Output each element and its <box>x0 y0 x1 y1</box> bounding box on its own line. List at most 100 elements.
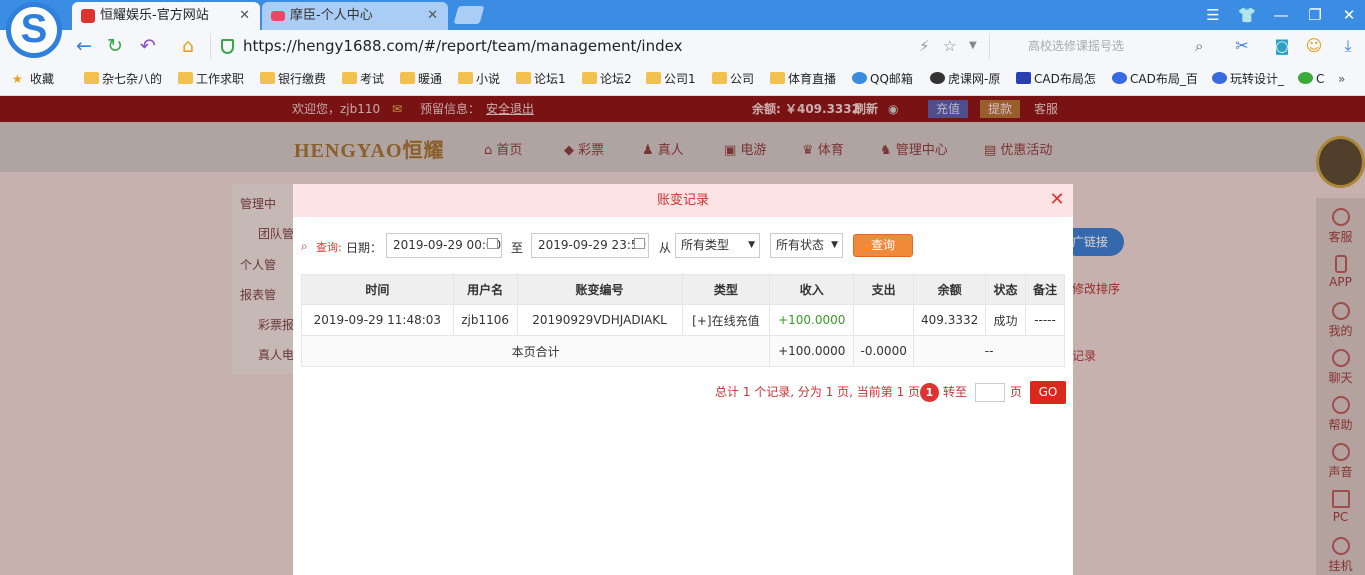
cad-icon <box>1016 72 1031 84</box>
skin-icon[interactable]: 👕 <box>1230 0 1264 30</box>
tab-close-icon[interactable]: ✕ <box>427 2 438 30</box>
summary-row: 本页合计 +100.0000 -0.0000 -- <box>300 335 1065 367</box>
bookmark-label: 考试 <box>360 72 385 86</box>
bookmark-item[interactable]: 小说 <box>458 70 500 88</box>
minimize-icon[interactable]: — <box>1264 0 1298 30</box>
undo-icon[interactable]: ↶ <box>136 34 160 58</box>
status-select[interactable]: 所有状态 ▼ <box>770 233 843 258</box>
table-row[interactable]: 2019-09-29 11:48:03 zjb1106 20190929VDHJ… <box>301 304 1065 336</box>
bookmark-item[interactable]: 工作求职 <box>178 70 244 88</box>
go-button[interactable]: GO <box>1030 381 1066 404</box>
bookmark-item[interactable]: 暖通 <box>400 70 442 88</box>
restore-icon[interactable]: ❐ <box>1298 0 1332 30</box>
play-icon <box>1298 72 1313 84</box>
bookmark-item[interactable]: CAD布局_百 <box>1112 70 1198 88</box>
bookmark-label: 公司1 <box>664 72 696 86</box>
translate-icon[interactable]: ◙ <box>1270 34 1294 58</box>
bookmark-item[interactable]: C <box>1298 70 1324 88</box>
search-icon[interactable]: ⌕ <box>1195 33 1203 59</box>
star-icon: ★ <box>12 72 23 86</box>
bookmark-item[interactable]: CAD布局怎 <box>1016 70 1096 88</box>
folder-icon <box>342 72 357 84</box>
tab-close-icon[interactable]: ✕ <box>239 2 250 30</box>
baidu-paw-icon <box>1112 72 1127 84</box>
cell-time: 2019-09-29 11:48:03 <box>301 304 454 336</box>
folder-icon <box>516 72 531 84</box>
folder-icon <box>582 72 597 84</box>
search-input[interactable]: 高校选修课摇号选 ⌕ <box>1000 33 1215 59</box>
url-input[interactable]: https://hengy1688.com/#/report/team/mana… <box>210 33 990 59</box>
summary-label: 本页合计 <box>300 335 771 367</box>
dropdown-icon[interactable]: ▼ <box>969 33 977 59</box>
bookmark-item[interactable]: 考试 <box>342 70 384 88</box>
bookmark-item[interactable]: 银行缴费 <box>260 70 326 88</box>
type-select[interactable]: 所有类型 ▼ <box>675 233 760 258</box>
col-remark: 备注 <box>1025 274 1065 305</box>
col-balance: 余额 <box>913 274 987 305</box>
type-select-value: 所有类型 <box>681 238 730 252</box>
tab-mochen[interactable]: 摩臣-个人中心 ✕ <box>262 2 448 30</box>
bookmark-label: CAD布局_百 <box>1130 72 1198 86</box>
calendar-icon[interactable] <box>487 238 498 249</box>
query-button[interactable]: 查询 <box>853 234 913 257</box>
col-txn-id: 账变编号 <box>516 274 683 305</box>
records-table: 时间 用户名 账变编号 类型 收入 支出 余额 状态 备注 2019-09-29… <box>300 274 1065 367</box>
bookmark-label: CAD布局怎 <box>1034 72 1096 86</box>
scissors-icon[interactable]: ✂ <box>1230 34 1254 58</box>
calendar-icon[interactable] <box>634 238 645 249</box>
bookmark-label: QQ邮箱 <box>870 72 913 86</box>
more-icon[interactable]: ☺ <box>1302 34 1326 58</box>
date-label: 日期： <box>346 241 383 255</box>
summary-expense: -0.0000 <box>853 335 915 367</box>
search-placeholder: 高校选修课摇号选 <box>1028 39 1125 53</box>
star-icon[interactable]: ☆ <box>943 33 956 59</box>
bookmark-label: 小说 <box>476 72 501 86</box>
date-to-value: 2019-09-29 23:59 <box>538 238 647 252</box>
close-icon[interactable]: ✕ <box>1049 191 1065 209</box>
menu-icon[interactable]: ☰ <box>1196 0 1230 30</box>
bookmark-item[interactable]: 公司1 <box>646 70 696 88</box>
bookmark-item[interactable]: 体育直播 <box>770 70 836 88</box>
new-tab-button[interactable] <box>453 6 485 24</box>
status-select-value: 所有状态 <box>776 238 825 252</box>
refresh-icon[interactable]: ↻ <box>103 34 127 58</box>
cell-username: zjb1106 <box>452 304 518 336</box>
date-to-input[interactable]: 2019-09-29 23:59 <box>531 233 649 258</box>
cell-type: [+]在线充值 <box>681 304 771 336</box>
lightning-icon[interactable]: ⚡ <box>919 33 930 59</box>
browser-logo-icon[interactable]: S <box>6 2 62 58</box>
summary-income: +100.0000 <box>769 335 855 367</box>
bookmark-item[interactable]: 杂七杂八的 <box>84 70 162 88</box>
page-input[interactable] <box>975 383 1005 402</box>
col-income: 收入 <box>769 274 855 305</box>
bookmark-item[interactable]: QQ邮箱 <box>852 70 913 88</box>
bookmark-item[interactable]: 论坛2 <box>582 70 632 88</box>
download-icon[interactable]: ⤓ <box>1336 34 1360 58</box>
cell-expense <box>853 304 915 336</box>
chevron-down-icon: ▼ <box>748 240 755 250</box>
page-number-current[interactable]: 1 <box>920 383 939 402</box>
modal-title: 账变记录 <box>656 193 709 208</box>
bookmark-label: 暖通 <box>418 72 443 86</box>
bookmark-item[interactable]: 玩转设计_ <box>1212 70 1284 88</box>
modal-header: 账变记录 ✕ <box>293 184 1073 217</box>
bookmark-item[interactable]: 公司 <box>712 70 754 88</box>
bookmark-label: 银行缴费 <box>278 72 327 86</box>
folder-icon <box>84 72 99 84</box>
bookmark-item[interactable]: 论坛1 <box>516 70 566 88</box>
col-time: 时间 <box>301 274 454 305</box>
chevron-down-icon: ▼ <box>831 240 838 250</box>
bookmark-item[interactable]: ★ 收藏 <box>12 70 54 88</box>
bookmark-label: 论坛2 <box>600 72 632 86</box>
back-icon[interactable]: ← <box>72 34 96 58</box>
cell-status: 成功 <box>985 304 1027 336</box>
folder-icon <box>458 72 473 84</box>
bookmark-label: 论坛1 <box>534 72 566 86</box>
bookmarks-more-icon[interactable]: » <box>1338 70 1345 88</box>
date-from-input[interactable]: 2019-09-29 00:00 <box>386 233 502 258</box>
close-window-icon[interactable]: ✕ <box>1332 0 1365 30</box>
bookmark-item[interactable]: 虎课网-原 <box>930 70 1000 88</box>
tab-hengyao[interactable]: 恒耀娱乐-官方网站 ✕ <box>72 2 260 30</box>
home-icon[interactable]: ⌂ <box>176 34 200 58</box>
bookmark-label: 虎课网-原 <box>948 72 1001 86</box>
